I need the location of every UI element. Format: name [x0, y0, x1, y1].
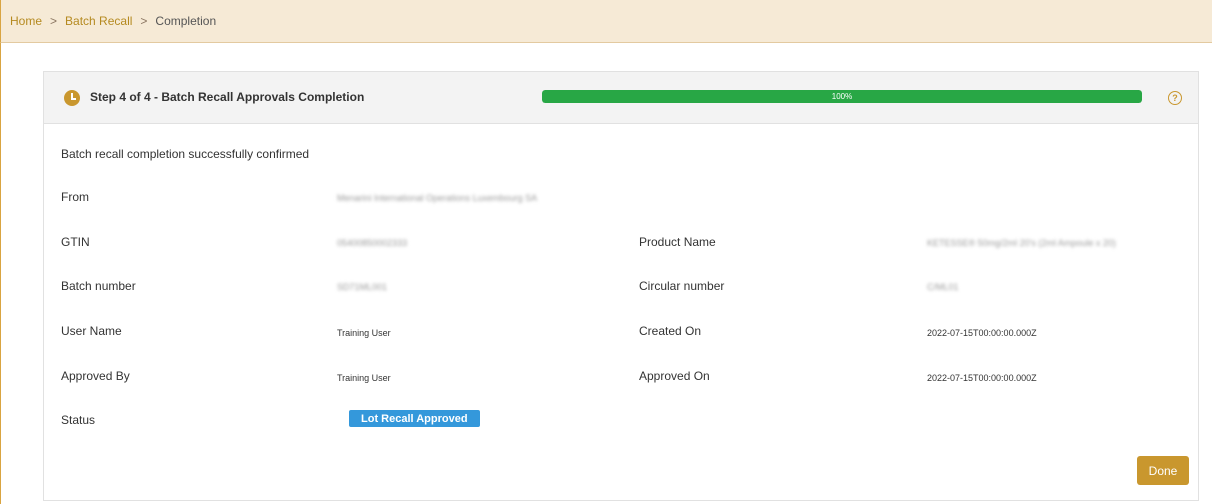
gtin-label: GTIN	[61, 235, 90, 249]
user-name-value: Training User	[337, 328, 391, 338]
frame-border	[0, 0, 1, 504]
confirmation-message: Batch recall completion successfully con…	[61, 147, 310, 161]
created-on-label: Created On	[639, 324, 702, 338]
breadcrumb-home-link[interactable]: Home	[10, 14, 42, 28]
gtin-value: 05400850002333	[337, 238, 408, 248]
created-on-value: 2022-07-15T00:00:00.000Z	[927, 328, 1037, 338]
step-title: Step 4 of 4 - Batch Recall Approvals Com…	[90, 90, 365, 104]
approved-on-value: 2022-07-15T00:00:00.000Z	[927, 373, 1037, 383]
breadcrumb-batch-recall-link[interactable]: Batch Recall	[65, 14, 132, 28]
status-label: Status	[61, 413, 96, 427]
approved-by-value: Training User	[337, 373, 391, 383]
from-value: Menarini International Operations Luxemb…	[337, 193, 538, 203]
breadcrumb: Home > Batch Recall > Completion	[0, 0, 1212, 43]
status-badge: Lot Recall Approved	[349, 410, 480, 427]
progress-fill: 100%	[542, 90, 1142, 103]
completion-card: Step 4 of 4 - Batch Recall Approvals Com…	[43, 71, 1199, 501]
circular-number-label: Circular number	[639, 279, 725, 293]
user-name-label: User Name	[61, 324, 122, 338]
breadcrumb-separator: >	[50, 14, 58, 28]
circular-number-value: C/ML01	[927, 282, 959, 292]
approved-on-label: Approved On	[639, 369, 710, 383]
product-name-label: Product Name	[639, 235, 716, 249]
help-icon[interactable]: ?	[1168, 91, 1182, 105]
breadcrumb-separator: >	[140, 14, 148, 28]
breadcrumb-current: Completion	[155, 14, 217, 28]
progress-bar: 100%	[542, 90, 1142, 103]
product-name-value: KETESSE® 50mg/2ml 20's (2ml Ampoule x 20…	[927, 238, 1116, 248]
clock-icon	[64, 90, 80, 106]
approved-by-label: Approved By	[61, 369, 130, 383]
done-button[interactable]: Done	[1137, 456, 1189, 485]
batch-number-value: SD71ML001	[337, 282, 388, 292]
batch-number-label: Batch number	[61, 279, 136, 293]
from-label: From	[61, 190, 89, 204]
card-header: Step 4 of 4 - Batch Recall Approvals Com…	[44, 72, 1198, 124]
